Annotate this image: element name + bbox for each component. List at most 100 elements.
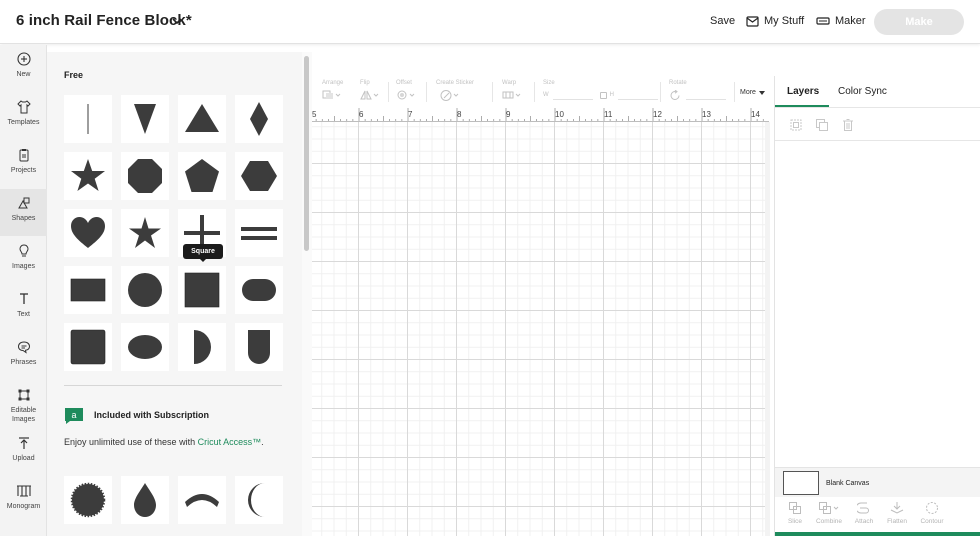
project-title[interactable]: 6 inch Rail Fence Block* [16, 12, 192, 29]
shape-equals[interactable] [235, 209, 283, 257]
scalloped-circle-shape-icon [70, 482, 106, 518]
shape-hexagon[interactable] [235, 152, 283, 200]
shape-scalloped-circle[interactable] [64, 476, 112, 524]
more-button[interactable]: More [740, 89, 766, 96]
rotate-control[interactable]: Rotate [669, 80, 726, 101]
slice-button[interactable]: Slice [777, 501, 813, 525]
horizontal-ruler: 5 6 7 8 9 10 11 12 13 14 [312, 108, 769, 122]
toolbar-separator [534, 82, 535, 102]
tool-images[interactable]: Images [0, 237, 47, 284]
arrange-control[interactable]: Arrange [322, 80, 343, 101]
toolbar-separator [426, 82, 427, 102]
tabs-divider [775, 107, 980, 108]
tab-layers[interactable]: Layers [787, 86, 819, 97]
shapes-icon [17, 197, 29, 209]
rotate-input[interactable] [686, 90, 726, 100]
group-icon[interactable] [789, 118, 803, 132]
tool-label: Shapes [11, 215, 36, 222]
shape-diamond[interactable] [235, 95, 283, 143]
triangle-shape-icon [185, 104, 219, 132]
size-w-input[interactable] [552, 90, 593, 100]
cricut-access-link[interactable]: Cricut Access™ [198, 437, 262, 447]
tool-new[interactable]: New [0, 45, 47, 92]
shape-arc[interactable] [178, 476, 226, 524]
arc-shape-icon [185, 494, 219, 507]
contour-button[interactable]: Contour [914, 501, 950, 525]
flatten-button[interactable]: Flatten [879, 501, 915, 525]
tool-label: Projects [10, 167, 37, 174]
tool-upload[interactable]: Upload [0, 429, 47, 476]
size-h-input[interactable] [618, 90, 659, 100]
tool-editable-images[interactable]: Editable Images [0, 381, 47, 428]
square-tooltip: Square [183, 244, 223, 259]
make-button[interactable]: Make [874, 9, 964, 35]
shape-line[interactable] [64, 95, 112, 143]
maker-button[interactable]: Maker [816, 15, 866, 27]
save-button[interactable]: Save [710, 15, 735, 27]
shape-triangle-down[interactable] [121, 95, 169, 143]
warp-control[interactable]: Warp [502, 80, 522, 101]
my-stuff-button[interactable]: My Stuff [746, 15, 804, 27]
tool-label: Editable Images [10, 407, 37, 423]
ruler-number: 11 [604, 110, 613, 119]
clipboard-icon [19, 149, 28, 162]
create-sticker-control[interactable]: Create Sticker [436, 80, 474, 101]
shapes-scrollbar-thumb[interactable] [304, 56, 309, 251]
rounded-square-shape-icon [70, 329, 106, 365]
rounded-rectangle-shape-icon [242, 279, 276, 301]
offset-label: Offset [396, 80, 412, 86]
shape-circle[interactable] [121, 266, 169, 314]
shape-crescent[interactable] [235, 476, 283, 524]
chevron-down-icon[interactable] [172, 16, 182, 26]
shape-octagon[interactable] [121, 152, 169, 200]
shape-star-thin[interactable] [121, 209, 169, 257]
combine-button[interactable]: Combine [811, 501, 847, 525]
shape-oval[interactable] [121, 323, 169, 371]
tool-phrases[interactable]: Phrases [0, 333, 47, 380]
svg-text:a: a [71, 410, 76, 420]
envelope-icon [746, 15, 759, 27]
flip-control[interactable]: Flip [360, 80, 380, 101]
size-control[interactable]: Size W H [543, 80, 659, 101]
shape-pentagon[interactable] [178, 152, 226, 200]
trash-icon[interactable] [841, 118, 855, 132]
bottom-tools: Slice Combine Attach Flatten Contour [775, 497, 980, 533]
shape-half-circle[interactable] [178, 323, 226, 371]
offset-control[interactable]: Offset [396, 80, 416, 101]
shape-square[interactable] [178, 266, 226, 314]
size-lock-icon[interactable] [599, 91, 607, 99]
tool-shapes[interactable]: Shapes [0, 189, 47, 236]
tool-templates[interactable]: Templates [0, 93, 47, 140]
tool-text[interactable]: Text [0, 285, 47, 332]
heart-shape-icon [71, 217, 105, 248]
line-shape-icon [87, 104, 89, 134]
subscription-heading: Included with Subscription [94, 410, 210, 420]
tool-label: Templates [7, 119, 40, 126]
blank-canvas-label: Blank Canvas [826, 480, 870, 487]
plus-circle-icon [16, 52, 31, 66]
ruler-number: 13 [702, 110, 711, 119]
tool-monogram[interactable]: Monogram [0, 477, 47, 524]
canvas-scrollbar[interactable] [765, 122, 770, 536]
shape-star[interactable] [64, 152, 112, 200]
ruler-number: 10 [555, 110, 564, 119]
shape-drop[interactable] [121, 476, 169, 524]
tool-projects[interactable]: Projects [0, 141, 47, 188]
shapes-panel: Free a Included with Subscription Enjoy … [47, 52, 312, 536]
duplicate-icon[interactable] [815, 118, 829, 132]
shape-rounded-square[interactable] [64, 323, 112, 371]
design-canvas[interactable] [312, 122, 769, 536]
offset-icon [397, 90, 415, 100]
ruler-ticks [315, 108, 764, 121]
shape-rounded-rectangle[interactable] [235, 266, 283, 314]
contour-label: Contour [920, 518, 944, 525]
star-thin-shape-icon [129, 217, 161, 248]
shape-triangle[interactable] [178, 95, 226, 143]
shape-heart[interactable] [64, 209, 112, 257]
shape-rectangle[interactable] [64, 266, 112, 314]
attach-button[interactable]: Attach [846, 501, 882, 525]
tool-label: Upload [12, 455, 35, 462]
shape-u-shape[interactable] [235, 323, 283, 371]
tab-color-sync[interactable]: Color Sync [838, 86, 887, 97]
paperclip-icon [857, 502, 869, 514]
